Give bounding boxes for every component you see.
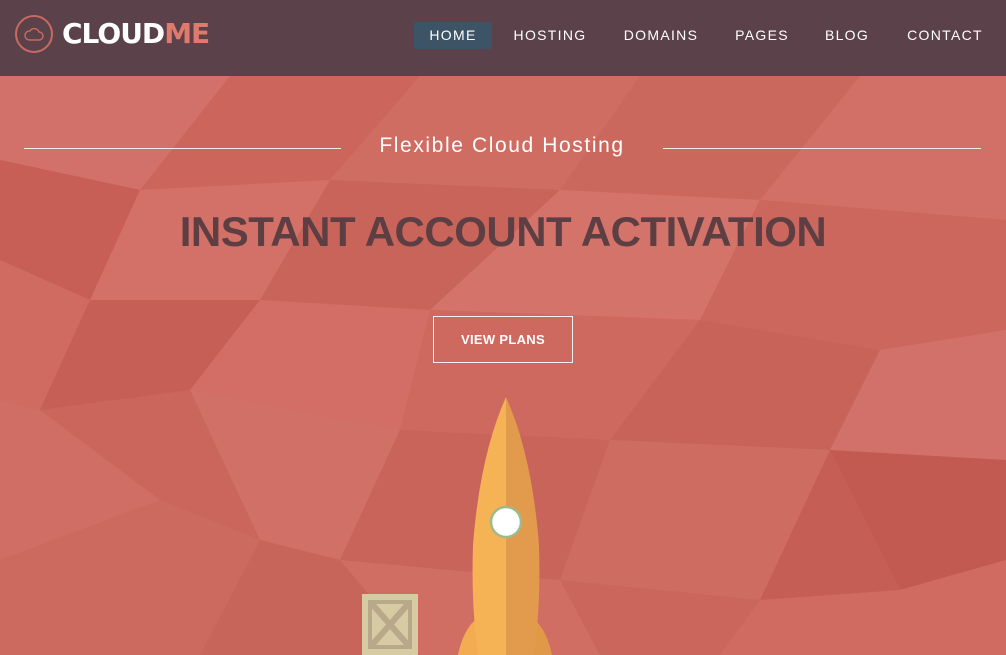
nav-item-domains[interactable]: DOMAINS (618, 22, 704, 49)
nav-item-contact[interactable]: CONTACT (902, 22, 988, 49)
crate-icon (362, 594, 418, 655)
nav-item-pages[interactable]: PAGES (732, 22, 792, 49)
nav-item-home[interactable]: HOME (414, 22, 492, 49)
brand-name-part1: CLOUD (62, 17, 165, 50)
brand-name: CLOUDME (62, 17, 210, 50)
brand-name-part2: ME (164, 17, 210, 50)
top-navbar: CLOUDME HOME HOSTING DOMAINS PAGES BLOG … (0, 0, 1006, 76)
main-nav: HOME HOSTING DOMAINS PAGES BLOG CONTACT (406, 22, 1006, 50)
nav-item-blog[interactable]: BLOG (822, 22, 872, 49)
rocket-icon (458, 397, 552, 655)
hero-tagline: Flexible Cloud Hosting (379, 134, 625, 157)
view-plans-button[interactable]: VIEW PLANS (433, 316, 573, 363)
cloud-icon (15, 15, 53, 53)
tagline-rule-left (24, 148, 341, 149)
page: CLOUDME HOME HOSTING DOMAINS PAGES BLOG … (0, 0, 1006, 655)
tagline-rule-right (663, 148, 981, 149)
nav-item-hosting[interactable]: HOSTING (510, 22, 590, 49)
hero-headline: INSTANT ACCOUNT ACTIVATION (179, 208, 827, 255)
brand-logo[interactable]: CLOUDME (15, 12, 210, 56)
